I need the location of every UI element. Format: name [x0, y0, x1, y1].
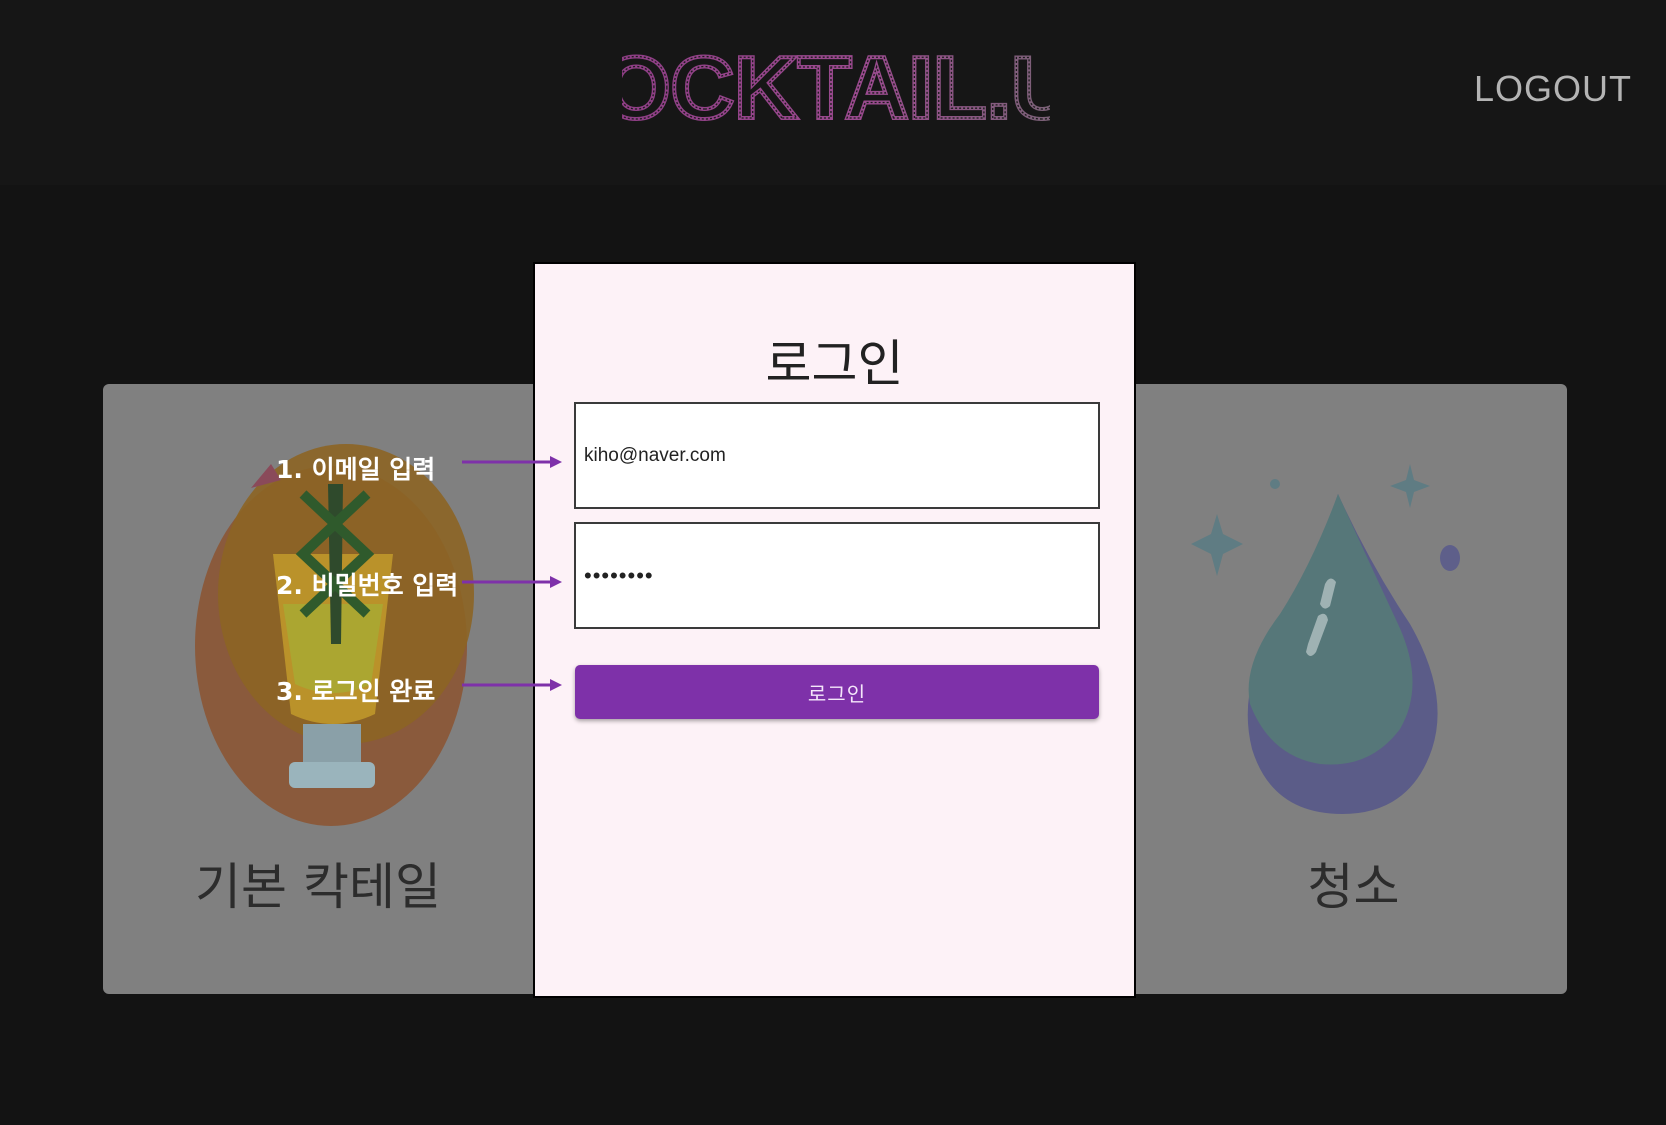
- login-modal: 로그인 로그인: [533, 262, 1136, 998]
- logout-link[interactable]: LOGOUT: [1474, 68, 1632, 110]
- annotation-step-1: 1. 이메일 입력: [276, 455, 436, 484]
- arrow-icon: [462, 456, 562, 468]
- logo-text-stripes: COCKTAIL.US: [622, 38, 1050, 132]
- water-drop-icon: [1191, 464, 1460, 814]
- annotation-step-3: 3. 로그인 완료: [276, 677, 436, 706]
- card-label-cleaning: 청소: [1307, 858, 1400, 916]
- annotation-step-2: 2. 비밀번호 입력: [276, 571, 459, 600]
- login-button[interactable]: 로그인: [575, 665, 1099, 719]
- site-logo[interactable]: COCKTAIL.US COCKTAIL.US: [622, 38, 1050, 132]
- arrow-icon: [462, 679, 562, 691]
- top-header: COCKTAIL.US COCKTAIL.US LOGOUT: [0, 0, 1666, 185]
- password-field[interactable]: [574, 522, 1100, 629]
- arrow-icon: [462, 576, 562, 588]
- card-label-basic-cocktail: 기본 칵테일: [195, 858, 441, 916]
- login-title: 로그인: [765, 335, 904, 393]
- card-cleaning[interactable]: 청소: [1130, 384, 1567, 994]
- email-field[interactable]: [574, 402, 1100, 509]
